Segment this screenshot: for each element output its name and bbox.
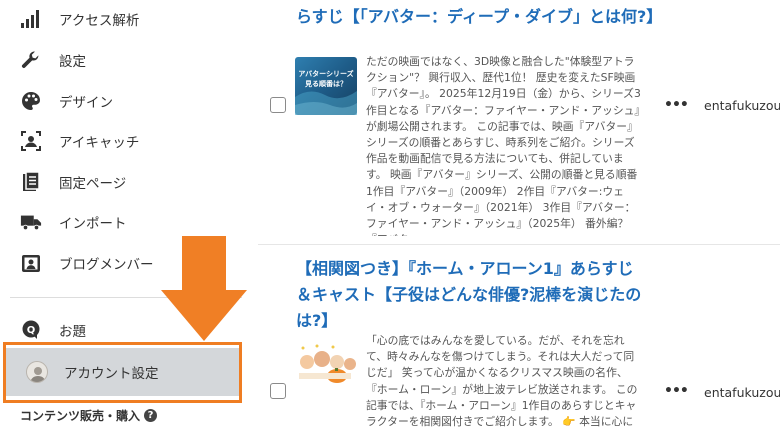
sidebar-item-label: 固定ページ bbox=[59, 176, 127, 192]
sidebar-item-design[interactable]: デザイン bbox=[0, 82, 252, 120]
sidebar-item-fixed-page[interactable]: 固定ページ bbox=[0, 163, 252, 201]
thumbnail-text-1: アバターシリーズ bbox=[298, 69, 353, 78]
sidebar-item-access-analytics[interactable]: アクセス解析 bbox=[0, 0, 252, 38]
wrench-icon bbox=[20, 49, 42, 71]
more-options-button[interactable]: ••• bbox=[664, 383, 689, 399]
article-title[interactable]: 【相関図つき】『ホーム・アローン1』あらすじ＆キャスト【子役はどんな俳優?泥棒を… bbox=[296, 256, 644, 334]
content-sales-label: コンテンツ販売・購入 bbox=[20, 409, 141, 423]
article-select-checkbox[interactable] bbox=[270, 383, 286, 399]
topic-icon: Q bbox=[20, 319, 42, 341]
article-thumbnail[interactable] bbox=[295, 340, 357, 388]
help-icon[interactable]: ? bbox=[144, 409, 158, 422]
sidebar-item-account-settings[interactable]: アカウント設定 bbox=[6, 348, 239, 396]
article-thumbnail[interactable]: アバターシリーズ 見る順番は？ bbox=[295, 57, 357, 119]
sidebar-item-label: インポート bbox=[59, 216, 127, 232]
article-author: entafukuzou bbox=[704, 98, 780, 113]
bar-chart-icon bbox=[20, 8, 42, 30]
eyecatch-image-icon bbox=[20, 130, 42, 152]
article-list: らすじ【「アバター：ディープ・ダイブ」とは何?】 アバターシリーズ 見る順番は？… bbox=[258, 0, 780, 434]
article-select-checkbox[interactable] bbox=[270, 97, 286, 113]
more-options-button[interactable]: ••• bbox=[664, 97, 689, 113]
sidebar-item-label: デザイン bbox=[59, 95, 113, 111]
row-divider bbox=[258, 244, 780, 245]
svg-text:Q: Q bbox=[27, 325, 36, 336]
article-author: entafukuzou bbox=[704, 385, 780, 400]
sidebar-item-label: ブログメンバー bbox=[59, 257, 154, 273]
article-title[interactable]: らすじ【「アバター：ディープ・ダイブ」とは何?】 bbox=[296, 4, 662, 30]
content-sales-link[interactable]: コンテンツ販売・購入 ? bbox=[20, 407, 158, 424]
article-excerpt: ただの映画ではなく、3D映像と融合した"体験型アトラクション"？ 興行収入、歴代… bbox=[366, 55, 641, 236]
sidebar-item-label: アクセス解析 bbox=[59, 13, 140, 29]
sidebar: アクセス解析 設定 デザイン アイキャッチ 固定ページ インポート ブログメンバ… bbox=[0, 0, 252, 434]
truck-icon bbox=[20, 211, 42, 233]
avatar bbox=[26, 361, 48, 383]
sidebar-item-label: 設定 bbox=[59, 54, 86, 70]
page-icon bbox=[20, 171, 42, 193]
annotation-arrow-icon bbox=[161, 236, 247, 341]
sidebar-item-label: アカウント設定 bbox=[64, 366, 159, 382]
sidebar-item-settings[interactable]: 設定 bbox=[0, 41, 252, 79]
palette-icon bbox=[20, 90, 42, 112]
members-icon bbox=[20, 252, 42, 274]
sidebar-item-eyecatch[interactable]: アイキャッチ bbox=[0, 122, 252, 160]
sidebar-item-label: お題 bbox=[59, 324, 86, 340]
sidebar-item-label: アイキャッチ bbox=[59, 135, 140, 151]
article-excerpt: 「心の底ではみんなを愛している。だが、それを忘れて、時々みんなを傷つけてしまう。… bbox=[366, 334, 638, 429]
thumbnail-text-2: 見る順番は？ bbox=[304, 79, 347, 88]
